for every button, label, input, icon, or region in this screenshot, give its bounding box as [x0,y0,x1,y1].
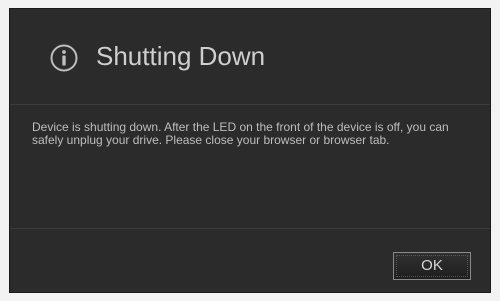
footer-divider [10,228,490,229]
info-circle-icon [50,44,78,72]
dialog-message: Device is shutting down. After the LED o… [32,120,449,147]
ok-button[interactable]: OK [393,252,471,280]
dialog-title: Shutting Down [96,41,266,71]
dialog-header: Shutting Down [10,9,490,105]
shutdown-dialog: Shutting Down Device is shutting down. A… [9,8,491,293]
